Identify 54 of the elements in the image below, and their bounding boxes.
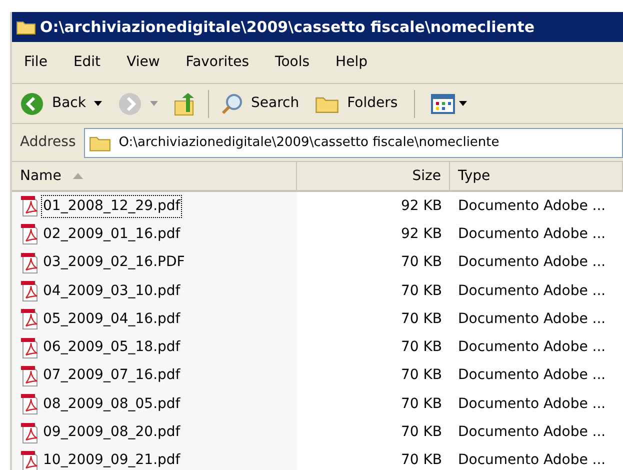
file-size: 70 KB [400, 338, 443, 358]
window-title: O:\archiviazionedigitale\2009\cassetto fiscale\nomecliente [40, 16, 535, 38]
dropdown-caret-icon [458, 101, 467, 106]
views-grid-icon [430, 94, 455, 114]
file-size: 70 KB [400, 366, 443, 386]
column-label: Type [458, 166, 490, 186]
file-type: Documento Adobe ... [457, 310, 606, 329]
views-button[interactable] [430, 94, 467, 114]
file-size: 92 KB [400, 224, 443, 244]
file-size: 92 KB [400, 196, 443, 216]
pdf-file-icon [20, 223, 40, 246]
file-type: Documento Adobe ... [457, 423, 606, 442]
file-type: Documento Adobe ... [457, 394, 606, 414]
column-header[interactable]: Type [450, 162, 623, 190]
column-label: Size [412, 166, 441, 186]
pdf-file-icon [20, 195, 40, 218]
search-icon [221, 92, 243, 114]
file-size: 70 KB [400, 451, 443, 470]
column-label: Name [20, 166, 62, 186]
file-type: Documento Adobe ... [457, 224, 606, 244]
pdf-file-icon [20, 252, 40, 274]
menu-item[interactable]: File [24, 52, 48, 73]
address-field[interactable]: O:\archiviazionedigitale\2009\cassetto fiscale\nomecliente [84, 128, 623, 158]
address-label: Address [20, 133, 76, 152]
menu-item[interactable]: Edit [73, 52, 101, 73]
pdf-file-icon [20, 308, 40, 330]
sort-arrow-icon [73, 173, 84, 179]
file-size: 70 KB [400, 253, 443, 272]
pdf-file-icon [20, 280, 40, 302]
menu-item[interactable]: View [126, 52, 160, 73]
pdf-file-icon [20, 393, 40, 416]
column-header[interactable]: Size [297, 162, 450, 190]
back-button[interactable]: Back [20, 92, 86, 116]
pdf-file-icon [20, 422, 40, 444]
menu-item[interactable]: Help [336, 52, 368, 73]
file-type: Documento Adobe ... [457, 253, 606, 272]
folders-button[interactable]: Folders [315, 93, 398, 114]
up-folder-icon[interactable] [174, 92, 196, 116]
file-type: Documento Adobe ... [457, 366, 606, 386]
pdf-file-icon [20, 336, 40, 359]
menu-item[interactable]: Tools [275, 52, 310, 73]
file-size: 70 KB [400, 394, 443, 414]
search-button[interactable]: Search [221, 92, 300, 114]
file-type: Documento Adobe ... [457, 451, 606, 470]
menu-item[interactable]: Favorites [186, 52, 250, 73]
dropdown-caret-icon[interactable] [94, 101, 102, 106]
file-size: 70 KB [400, 282, 443, 301]
file-type: Documento Adobe ... [457, 338, 606, 358]
column-header[interactable]: Name [12, 162, 297, 190]
file-size: 70 KB [400, 310, 443, 329]
file-type: Documento Adobe ... [457, 282, 606, 301]
file-type: Documento Adobe ... [457, 196, 606, 216]
pdf-file-icon [20, 364, 40, 387]
file-size: 70 KB [400, 423, 443, 442]
